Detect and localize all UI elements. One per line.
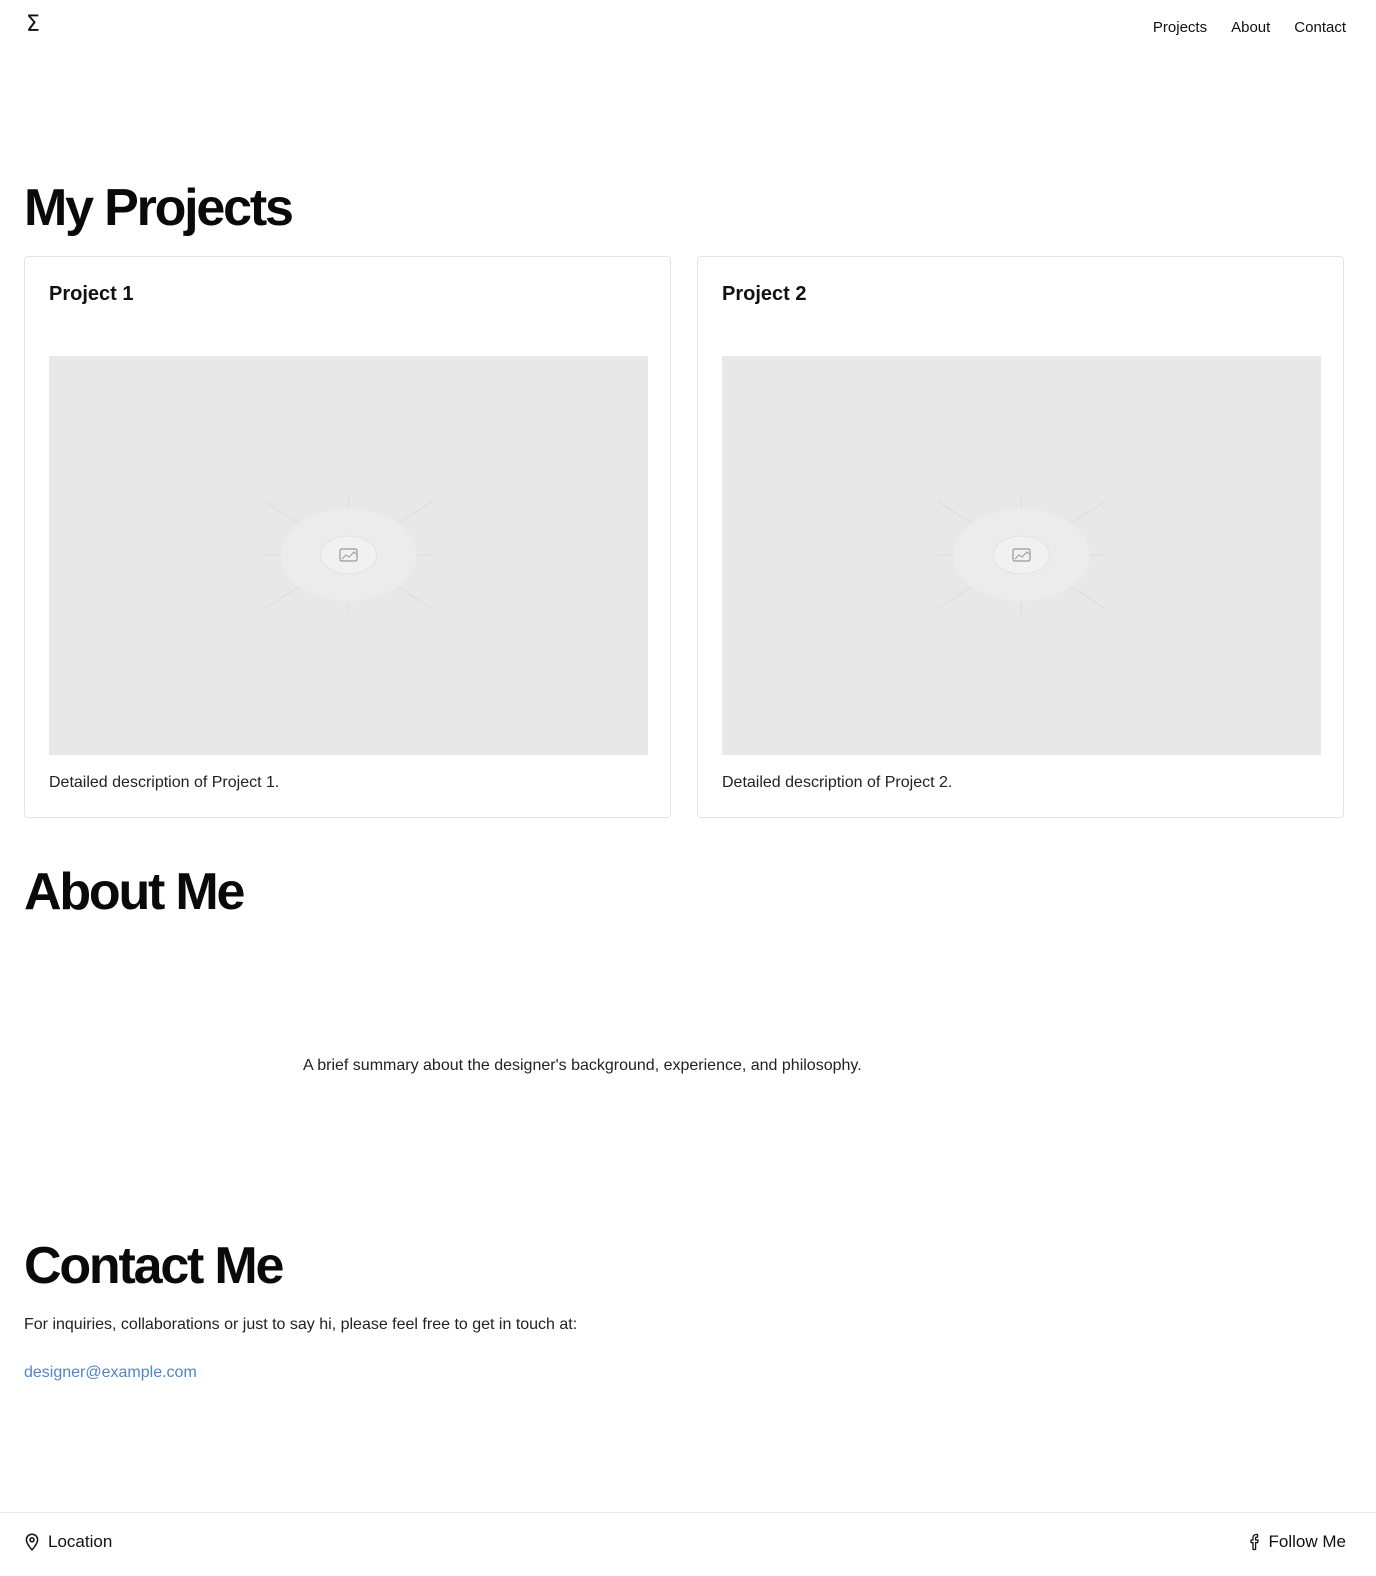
about-summary: A brief summary about the designer's bac… — [303, 1057, 862, 1074]
follow-me-label: Follow Me — [1268, 1532, 1346, 1551]
project-image-placeholder — [49, 356, 648, 755]
site-footer: Location Follow Me — [0, 1512, 1376, 1576]
image-placeholder-icon — [936, 496, 1107, 614]
project-title: Project 2 — [722, 283, 807, 305]
facebook-icon — [1249, 1533, 1259, 1551]
project-card[interactable]: Project 1 Detailed description of Projec… — [24, 256, 671, 818]
contact-intro: For inquiries, collaborations or just to… — [24, 1316, 578, 1333]
main-nav: Projects About Contact — [1153, 19, 1346, 36]
about-heading: About Me — [24, 863, 245, 921]
follow-me-link[interactable]: Follow Me — [1249, 1532, 1346, 1552]
project-description: Detailed description of Project 2. — [722, 774, 953, 791]
nav-link-about[interactable]: About — [1231, 19, 1270, 36]
footer-location[interactable]: Location — [24, 1532, 112, 1552]
projects-heading: My Projects — [24, 179, 294, 237]
project-description: Detailed description of Project 1. — [49, 774, 280, 791]
map-pin-icon — [25, 1533, 39, 1551]
site-header: Σ Projects About Contact — [0, 0, 1376, 56]
contact-email-link[interactable]: designer@example.com — [24, 1364, 197, 1382]
logo[interactable]: Σ — [26, 12, 40, 37]
footer-location-label: Location — [48, 1532, 113, 1551]
project-title: Project 1 — [49, 283, 134, 305]
nav-link-contact[interactable]: Contact — [1294, 19, 1346, 36]
project-image-placeholder — [722, 356, 1321, 755]
project-card[interactable]: Project 2 Detailed description of Projec… — [697, 256, 1344, 818]
nav-link-projects[interactable]: Projects — [1153, 19, 1207, 36]
contact-heading: Contact Me — [24, 1237, 284, 1295]
image-placeholder-icon — [263, 496, 434, 614]
